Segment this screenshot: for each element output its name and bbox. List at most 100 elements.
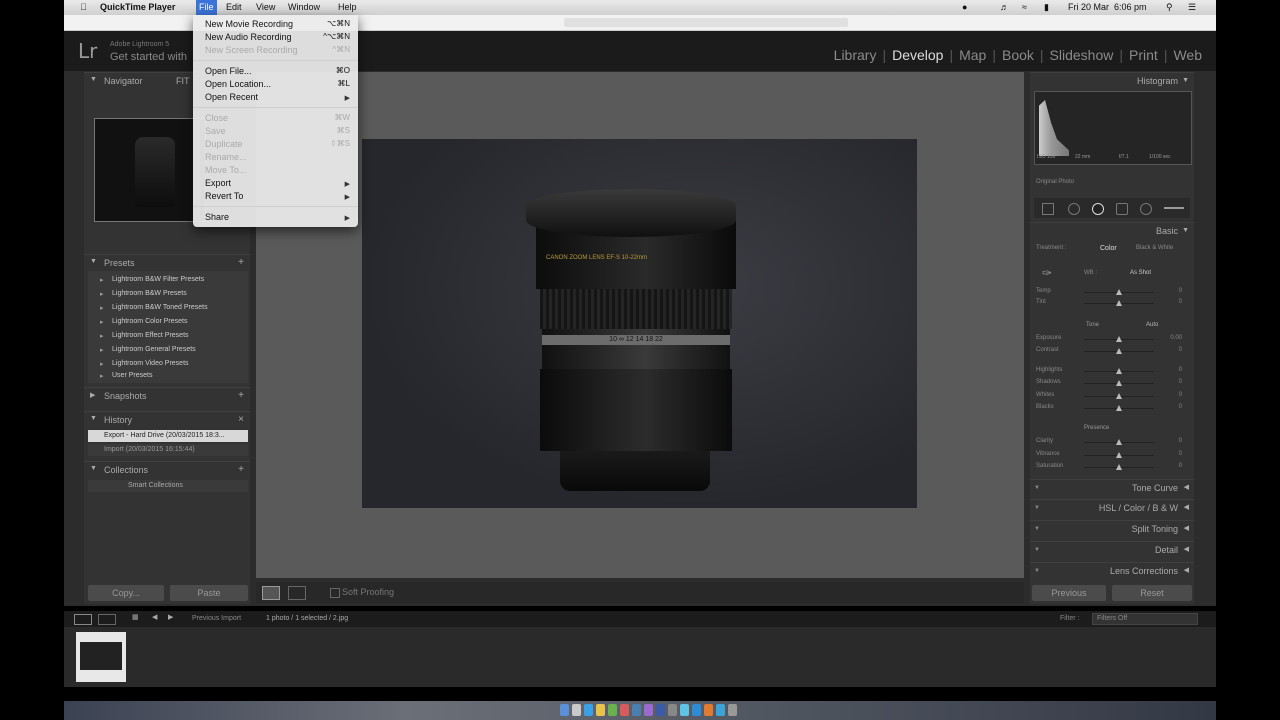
menu-item-open-location[interactable]: Open Location... — [205, 79, 271, 89]
filmstrip-count[interactable]: 1 photo / 1 selected / 2.jpg — [266, 615, 348, 622]
back-arrow-icon[interactable]: ◀ — [152, 613, 157, 621]
before-after-icon[interactable] — [288, 586, 306, 600]
url-bar[interactable] — [564, 18, 848, 27]
module-map[interactable]: Map — [953, 47, 992, 63]
grid-view-icon[interactable]: ▦ — [132, 613, 139, 621]
menu-item-open-file[interactable]: Open File... — [205, 66, 252, 76]
original-photo-label[interactable]: Original Photo — [1036, 179, 1074, 185]
clear-history-icon[interactable]: × — [238, 414, 244, 425]
app-store-icon[interactable] — [680, 704, 689, 716]
history-item-selected[interactable]: Export - Hard Drive (20/03/2015 18:3... — [88, 430, 248, 442]
preset-folder[interactable]: User Presets — [100, 372, 153, 380]
main-window-icon[interactable] — [74, 614, 92, 625]
wb-value[interactable]: As Shot — [1130, 270, 1151, 276]
collections-header[interactable]: ▼ Collections + — [84, 461, 250, 478]
presets-header[interactable]: ▼ Presets + — [84, 254, 250, 271]
preset-folder[interactable]: Lightroom Effect Presets — [100, 332, 188, 340]
preset-folder[interactable]: Lightroom Video Presets — [100, 360, 188, 368]
calendar-icon[interactable] — [620, 704, 629, 716]
crop-icon[interactable] — [1042, 203, 1054, 215]
vibrance-slider[interactable]: Vibrance 0 — [1036, 451, 1186, 460]
paste-button[interactable]: Paste — [170, 585, 248, 601]
history-item[interactable]: Import (20/03/2015 16:15:44) — [88, 444, 248, 456]
module-book[interactable]: Book — [996, 47, 1040, 63]
contrast-slider[interactable]: Contrast 0 — [1036, 347, 1186, 356]
tint-knob[interactable] — [1116, 300, 1122, 306]
loupe-view-icon[interactable] — [262, 586, 280, 600]
radial-filter-icon[interactable] — [1140, 203, 1152, 215]
second-window-icon[interactable] — [98, 614, 116, 625]
finder-icon[interactable] — [560, 704, 569, 716]
mail-icon[interactable] — [692, 704, 701, 716]
spotlight-icon[interactable]: ⚲ — [1166, 2, 1173, 13]
tone-curve-header[interactable]: ▼ Tone Curve ◀ — [1030, 479, 1194, 495]
shadows-knob[interactable] — [1116, 380, 1122, 386]
forward-arrow-icon[interactable]: ▶ — [168, 613, 173, 621]
detail-header[interactable]: ▼ Detail ◀ — [1030, 541, 1194, 557]
red-eye-icon[interactable] — [1092, 203, 1104, 215]
temp-slider[interactable]: Temp 0 — [1036, 288, 1186, 297]
menu-item-export[interactable]: Export — [205, 178, 231, 188]
clarity-slider[interactable]: Clarity 0 — [1036, 438, 1186, 447]
add-snapshot-icon[interactable]: + — [238, 390, 244, 401]
menu-edit[interactable]: Edit — [226, 2, 242, 12]
module-web[interactable]: Web — [1167, 47, 1208, 63]
volume-icon[interactable]: ♬ — [1000, 2, 1009, 12]
spot-removal-icon[interactable] — [1068, 203, 1080, 215]
temp-knob[interactable] — [1116, 289, 1122, 295]
snapshots-header[interactable]: ▶ Snapshots + — [84, 387, 250, 404]
trash-icon[interactable] — [728, 704, 737, 716]
vibrance-knob[interactable] — [1116, 452, 1122, 458]
navigator-preview[interactable] — [94, 118, 206, 222]
battery-icon[interactable]: ▮ — [1044, 2, 1049, 13]
safari-icon[interactable] — [584, 704, 593, 716]
firefox-icon[interactable] — [704, 704, 713, 716]
module-develop[interactable]: Develop — [886, 47, 949, 63]
preset-folder[interactable]: Lightroom Color Presets — [100, 318, 188, 326]
treatment-color[interactable]: Color — [1100, 245, 1117, 252]
lightroom-dock-icon[interactable] — [656, 704, 665, 716]
menu-view[interactable]: View — [256, 2, 275, 12]
treatment-bw[interactable]: Black & White — [1136, 245, 1173, 251]
menu-item-revert-to[interactable]: Revert To — [205, 191, 243, 201]
highlights-knob[interactable] — [1116, 368, 1122, 374]
lens-photo[interactable]: 10 ∞ 12 14 18 22 CANON ZOOM LENS EF-S 10… — [362, 139, 917, 508]
split-toning-header[interactable]: ▼ Split Toning ◀ — [1030, 520, 1194, 536]
saturation-slider[interactable]: Saturation 0 — [1036, 463, 1186, 472]
exposure-knob[interactable] — [1116, 336, 1122, 342]
reset-button[interactable]: Reset — [1112, 585, 1192, 601]
add-collection-icon[interactable]: + — [238, 464, 244, 475]
itunes-icon[interactable] — [644, 704, 653, 716]
menu-file[interactable]: File — [196, 0, 217, 15]
preset-folder[interactable]: Lightroom B&W Filter Presets — [100, 276, 204, 284]
menu-item-new-audio-recording[interactable]: New Audio Recording — [205, 32, 292, 42]
copy-button[interactable]: Copy... — [88, 585, 164, 601]
previous-button[interactable]: Previous — [1032, 585, 1106, 601]
filter-select[interactable]: Filters Off — [1092, 613, 1198, 625]
graduated-filter-icon[interactable] — [1116, 203, 1128, 215]
module-slideshow[interactable]: Slideshow — [1044, 47, 1120, 63]
auto-tone-button[interactable]: Auto — [1146, 322, 1158, 328]
whites-slider[interactable]: Whites 0 — [1036, 392, 1186, 401]
wifi-icon[interactable]: ≈ — [1022, 2, 1027, 12]
quicktime-icon[interactable] — [716, 704, 725, 716]
menu-item-open-recent[interactable]: Open Recent — [205, 92, 258, 102]
adjustment-brush-icon[interactable] — [1164, 207, 1184, 209]
navigator-fit[interactable]: FIT — [176, 76, 190, 86]
eyedropper-icon[interactable]: ✑ — [1042, 266, 1056, 280]
collection-item[interactable]: Smart Collections — [88, 480, 248, 492]
histogram[interactable]: ISO 100 22 mm f/7.1 1/100 sec — [1034, 91, 1192, 165]
blacks-slider[interactable]: Blacks 0 — [1036, 404, 1186, 413]
lens-corrections-header[interactable]: ▼ Lens Corrections ◀ — [1030, 562, 1194, 578]
module-print[interactable]: Print — [1123, 47, 1164, 63]
record-icon[interactable]: ● — [962, 2, 967, 12]
filmstrip-thumbnail[interactable] — [76, 632, 126, 682]
apple-icon[interactable]:  — [80, 2, 87, 12]
menu-item-new-movie-recording[interactable]: New Movie Recording — [205, 19, 293, 29]
whites-knob[interactable] — [1116, 393, 1122, 399]
notes-icon[interactable] — [596, 704, 605, 716]
preset-folder[interactable]: Lightroom General Presets — [100, 346, 196, 354]
filmstrip-source[interactable]: Previous Import — [192, 615, 241, 622]
soft-proofing-checkbox[interactable] — [330, 588, 340, 598]
clarity-knob[interactable] — [1116, 439, 1122, 445]
